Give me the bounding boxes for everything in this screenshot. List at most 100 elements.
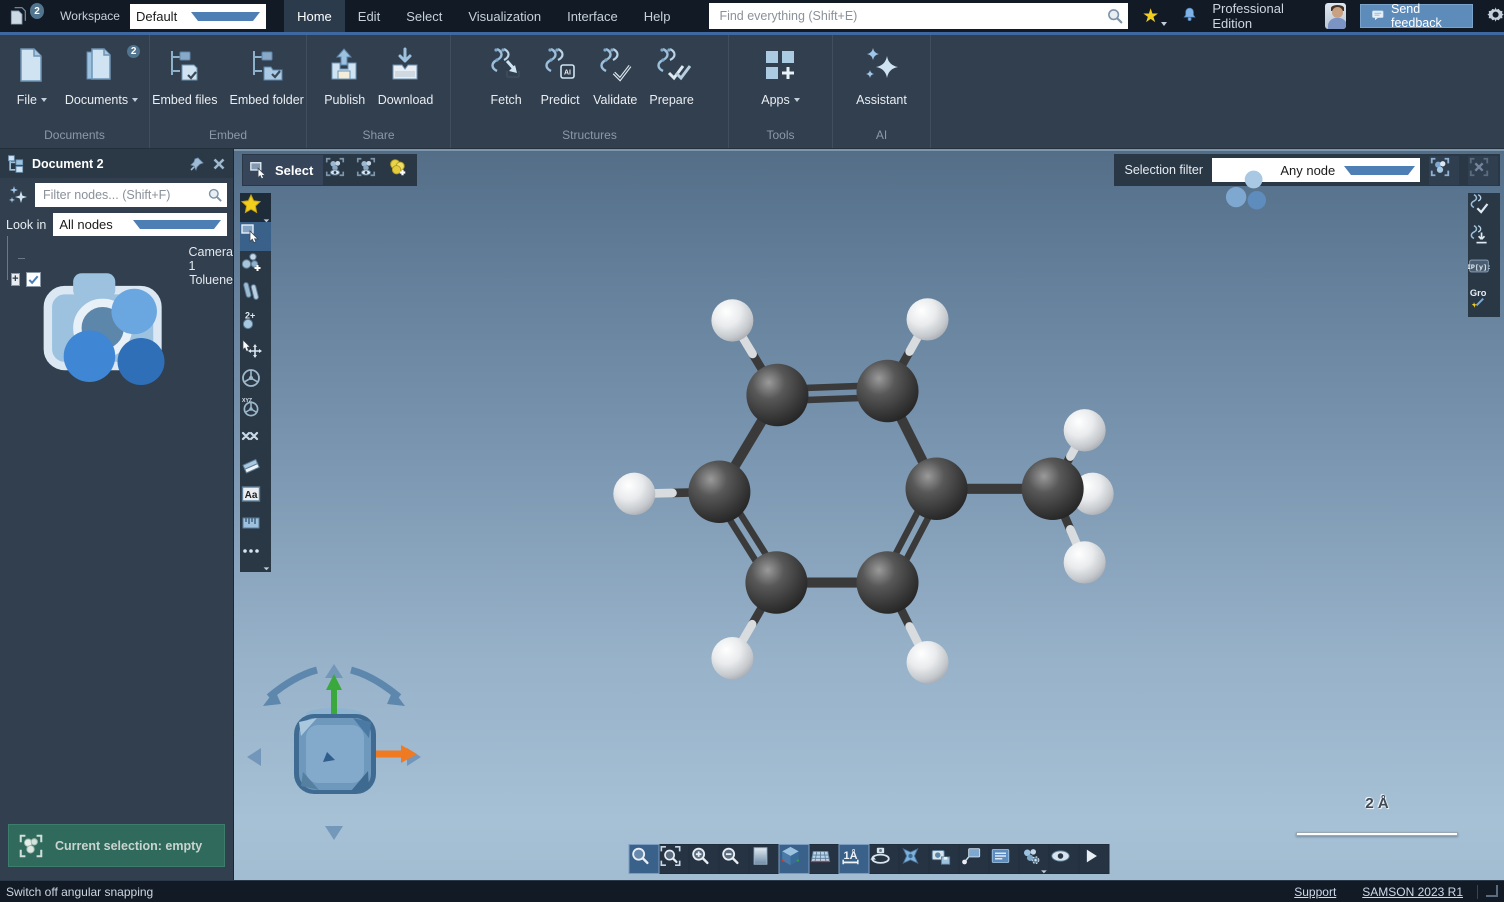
atom-C7[interactable] (1022, 458, 1084, 521)
zoom-in-button[interactable] (690, 845, 719, 873)
apps-button[interactable]: Apps (754, 43, 808, 124)
compass-move-button[interactable] (900, 845, 929, 873)
eraser-tool-button[interactable] (240, 454, 271, 483)
atom-H6[interactable] (613, 473, 655, 515)
close-panel-button[interactable] (211, 156, 227, 172)
ipython-console-button[interactable]: IP[y]: (1468, 255, 1500, 286)
documents-button[interactable]: 2Documents (59, 43, 144, 124)
atom-C4[interactable] (856, 551, 918, 614)
callout-labels-button[interactable] (960, 845, 989, 873)
fetch-structure-icon (1468, 224, 1500, 255)
add-atoms-tool-button[interactable] (240, 251, 271, 280)
atom-C3[interactable] (906, 458, 968, 521)
atom-H7a[interactable] (1064, 409, 1106, 451)
select-tool-button[interactable]: Select (243, 155, 323, 185)
tab-select[interactable]: Select (393, 0, 455, 32)
filter-nodes-field[interactable] (35, 183, 227, 207)
background-toggle-button[interactable] (750, 845, 779, 873)
ai-sparkle-button[interactable] (6, 183, 30, 207)
expand-node-button[interactable]: + (11, 273, 20, 286)
prepare-button[interactable]: Prepare (643, 43, 699, 124)
version-link[interactable]: SAMSON 2023 R1 (1362, 885, 1463, 899)
twist-tool-button[interactable] (240, 425, 271, 454)
zoom-selection-button[interactable] (660, 845, 689, 873)
text-panel-button[interactable] (990, 845, 1019, 873)
zoom-fit-icon (630, 845, 659, 873)
global-search[interactable] (709, 3, 1128, 29)
assistant-button[interactable]: Assistant (850, 43, 913, 124)
scale-bar-toggle-button[interactable]: 1Å (840, 845, 869, 873)
fetch-structure-button[interactable] (1468, 224, 1500, 255)
atom-H4[interactable] (907, 641, 949, 683)
notifications-button[interactable] (1181, 6, 1198, 26)
atom-C1[interactable] (746, 364, 808, 427)
visibility-checkbox[interactable] (26, 272, 41, 287)
move-tool-button[interactable] (240, 338, 271, 367)
visibility-toggle-button[interactable] (1050, 845, 1079, 873)
user-avatar[interactable] (1325, 3, 1346, 29)
bonds-tool-button[interactable] (240, 280, 271, 309)
favorites-button[interactable]: ★ (1142, 7, 1167, 26)
file-button[interactable]: File (5, 43, 59, 124)
pin-panel-button[interactable] (189, 156, 205, 172)
rotate-wheel-tool-button[interactable] (240, 367, 271, 396)
atom-H1[interactable] (711, 299, 753, 341)
ruler-tool-button[interactable] (240, 512, 271, 541)
global-search-input[interactable] (719, 9, 1106, 23)
select-all-button[interactable] (1429, 156, 1459, 185)
zoom-fit-button[interactable] (630, 845, 659, 873)
presets-menu-button[interactable] (1020, 845, 1049, 873)
select-rectangle-tool-button[interactable] (240, 222, 271, 251)
tab-edit[interactable]: Edit (345, 0, 393, 32)
grid-toggle-button[interactable] (810, 845, 839, 873)
more-tools-button[interactable] (240, 541, 271, 570)
look-in-dropdown[interactable]: All nodes (53, 213, 227, 236)
navigation-cube-toggle-button[interactable] (780, 845, 809, 873)
play-simulation-button[interactable] (1080, 845, 1109, 873)
atom-H5[interactable] (711, 637, 753, 679)
validate-button[interactable]: Validate (587, 43, 643, 124)
tab-interface[interactable]: Interface (554, 0, 631, 32)
documents-stack-icon[interactable] (8, 6, 28, 26)
embed-folder-button[interactable]: Embed folder (223, 43, 309, 124)
atom-C5[interactable] (745, 551, 807, 614)
settings-gear-button[interactable] (1487, 6, 1504, 26)
hide-selected-button[interactable] (355, 156, 385, 185)
orbit-camera-button[interactable] (870, 845, 899, 873)
send-feedback-button[interactable]: Send feedback (1360, 4, 1472, 28)
save-snapshot-button[interactable] (930, 845, 959, 873)
atom-H7c[interactable] (1064, 541, 1106, 583)
tree-node-toluene[interactable]: +Toluene (10, 269, 233, 290)
workspace-dropdown[interactable]: Default (130, 4, 266, 29)
viewport-3d[interactable]: Select Selection filter Any node 2+XYZAa (234, 149, 1504, 880)
atom-H2[interactable] (907, 298, 949, 340)
selection-filter-dropdown[interactable]: Any node (1212, 158, 1420, 182)
resize-grip[interactable] (1486, 885, 1498, 897)
zoom-out-button[interactable] (720, 845, 749, 873)
validate-structure-button[interactable] (1468, 193, 1500, 224)
filter-nodes-input[interactable] (43, 188, 207, 202)
publish-button[interactable]: Publish (318, 43, 372, 124)
favorites-star-button[interactable] (240, 193, 271, 222)
fetch-button[interactable]: Fetch (479, 43, 533, 124)
navigation-cube-widget[interactable] (239, 652, 429, 852)
download-button[interactable]: Download (372, 43, 440, 124)
predict-button[interactable]: AIPredict (533, 43, 587, 124)
tab-help[interactable]: Help (631, 0, 684, 32)
atom-C6[interactable] (688, 461, 750, 524)
charge-tool-button[interactable]: 2+ (240, 309, 271, 338)
show-selected-button[interactable] (324, 156, 354, 185)
support-link[interactable]: Support (1294, 885, 1336, 899)
xyz-wheel-tool-button[interactable]: XYZ (240, 396, 271, 425)
search-icon[interactable] (207, 187, 223, 203)
search-icon[interactable] (1106, 7, 1124, 25)
gromacs-wizard-button[interactable]: Gro (1468, 286, 1500, 317)
add-to-selection-button[interactable] (386, 156, 416, 185)
tree-node-camera-1[interactable]: Camera 1 (10, 248, 233, 269)
embed-files-button[interactable]: Embed files (146, 43, 223, 124)
tab-visualization[interactable]: Visualization (455, 0, 554, 32)
tab-home[interactable]: Home (284, 0, 345, 32)
label-tool-button[interactable]: Aa (240, 483, 271, 512)
deselect-all-button[interactable] (1468, 156, 1498, 185)
atom-C2[interactable] (856, 360, 918, 423)
